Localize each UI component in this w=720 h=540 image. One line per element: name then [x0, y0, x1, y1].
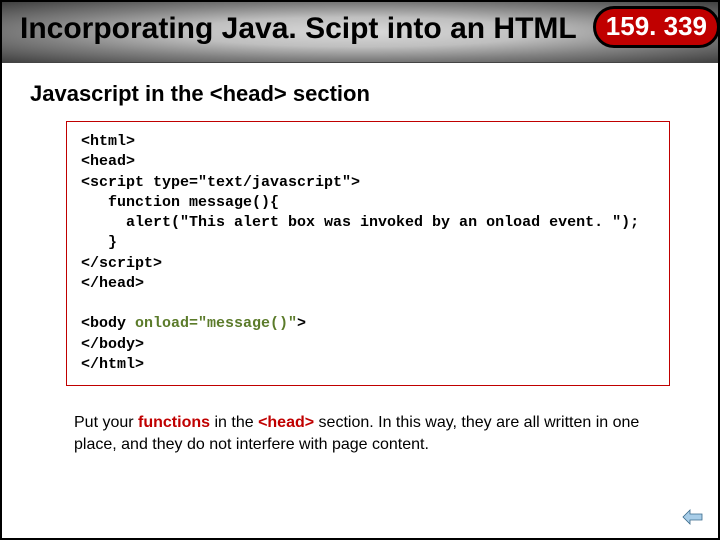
code-line: </body> [81, 336, 144, 353]
note-text: Put your [74, 414, 138, 431]
slide-title: Incorporating Java. Scipt into an HTML [20, 12, 577, 46]
code-line: function message(){ [81, 194, 279, 211]
code-example-box: <html> <head> <script type="text/javascr… [66, 121, 670, 386]
slide: Incorporating Java. Scipt into an HTML 1… [2, 2, 718, 538]
code-line: script> [99, 255, 162, 272]
note-text: in the [210, 414, 258, 431]
explanatory-note: Put your functions in the <head> section… [74, 412, 662, 455]
back-arrow-icon[interactable] [682, 508, 704, 526]
section-subtitle: Javascript in the <head> section [30, 81, 690, 107]
content-area: Javascript in the <head> section <html> … [2, 63, 718, 465]
code-line: > [297, 315, 306, 332]
title-bar: Incorporating Java. Scipt into an HTML 1… [2, 2, 718, 63]
code-line: <body [81, 315, 135, 332]
code-highlight: onload="message()" [135, 315, 297, 332]
note-emphasis-functions: functions [138, 414, 210, 431]
code-line: </html> [81, 356, 144, 373]
note-emphasis-head: <head> [258, 414, 314, 431]
code-line: </ [81, 255, 99, 272]
code-line: } [81, 234, 117, 251]
code-line: <head> [81, 153, 135, 170]
code-line: </head> [81, 275, 144, 292]
code-line: <html> [81, 133, 135, 150]
code-line: <script type="text/javascript"> [81, 174, 360, 191]
code-line: alert("This alert box was invoked by an … [81, 214, 639, 231]
course-number-badge: 159. 339 [593, 6, 720, 48]
